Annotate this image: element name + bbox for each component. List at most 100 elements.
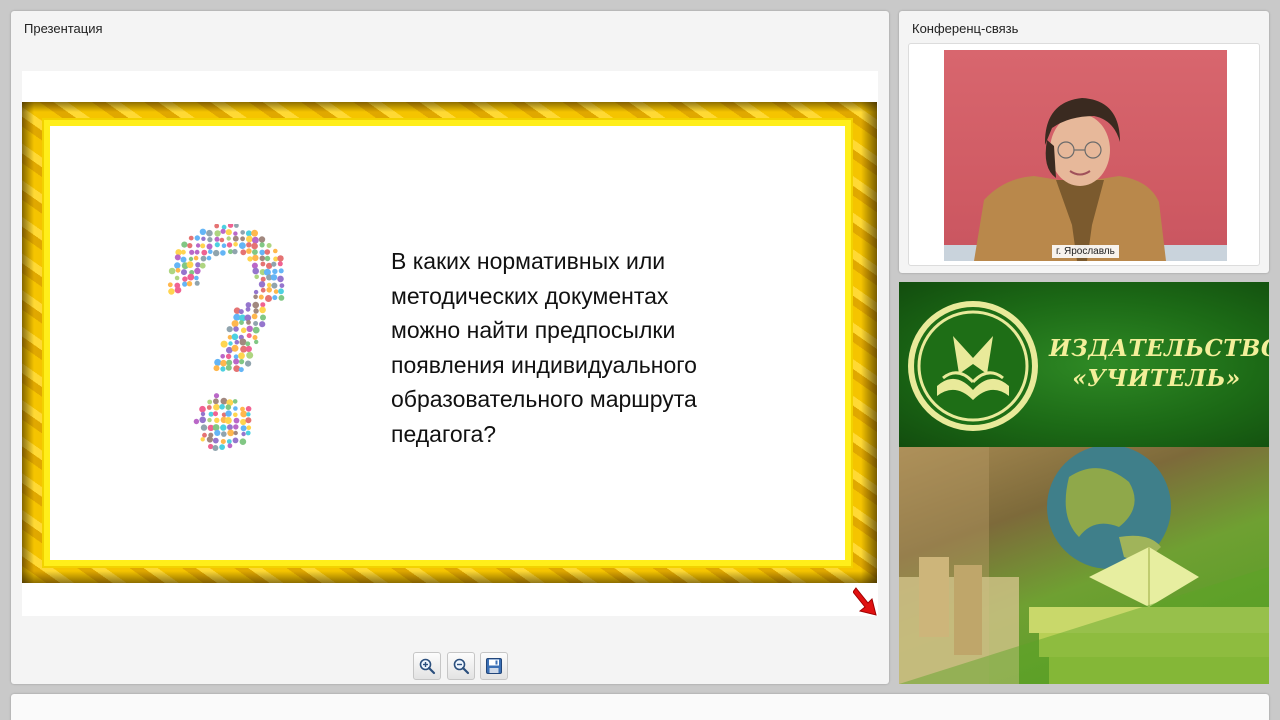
question-mark-dot xyxy=(225,353,232,360)
question-mark-dot xyxy=(246,425,252,430)
question-mark-dot xyxy=(251,229,258,237)
video-container: г. Ярославль xyxy=(908,43,1260,266)
slide-question-text: В каких нормативных или методических док… xyxy=(391,248,697,447)
question-mark-dot xyxy=(253,321,259,326)
question-mark-dot xyxy=(252,335,258,340)
question-mark-dot xyxy=(247,256,253,262)
question-mark-dot xyxy=(259,321,266,328)
question-mark-dot xyxy=(240,410,248,418)
save-button[interactable] xyxy=(480,652,508,680)
question-mark-dot xyxy=(220,359,227,367)
question-mark-dot xyxy=(212,445,219,451)
question-mark-dot xyxy=(219,404,225,410)
conference-panel: Конференц-связь г. Ярославль xyxy=(899,11,1269,273)
question-mark-dot xyxy=(253,289,259,295)
question-mark-dot xyxy=(246,412,251,417)
question-mark-dot xyxy=(254,339,259,345)
question-mark-dot xyxy=(199,416,206,424)
zoom-in-icon xyxy=(419,658,436,675)
publisher-name: ИЗДАТЕЛЬСТВО «УЧИТЕЛЬ» xyxy=(1049,334,1269,394)
question-mark-dot xyxy=(273,289,279,294)
question-mark-dot xyxy=(207,399,213,405)
question-mark-dot xyxy=(238,309,244,315)
question-mark-dot xyxy=(252,326,260,334)
question-mark-dot xyxy=(245,360,252,367)
question-mark-dot xyxy=(245,406,252,412)
question-mark-dot xyxy=(174,286,182,294)
bottom-panel xyxy=(11,694,1269,720)
speaker-image xyxy=(944,98,1227,261)
question-mark-dot xyxy=(233,406,238,411)
question-mark-dot xyxy=(234,224,239,228)
question-mark-dot xyxy=(194,249,200,255)
question-mark-dot xyxy=(181,241,188,248)
question-mark-dot xyxy=(195,262,201,268)
question-mark-dot xyxy=(187,243,193,249)
question-mark-dot xyxy=(271,282,278,289)
zoom-out-button[interactable] xyxy=(447,652,475,680)
question-mark-dot xyxy=(226,359,233,366)
question-mark-dot xyxy=(214,358,222,366)
question-mark-dot xyxy=(206,405,212,410)
question-mark-dot xyxy=(213,365,220,372)
question-mark-dot xyxy=(259,242,265,248)
question-mark-dot xyxy=(233,242,238,247)
zoom-out-icon xyxy=(453,658,470,675)
question-mark-dot xyxy=(233,417,240,424)
question-mark-dot xyxy=(278,295,285,301)
question-mark-dot xyxy=(225,229,232,236)
question-mark-dot xyxy=(239,359,245,365)
question-mark-dot xyxy=(251,313,258,320)
question-mark-dot xyxy=(193,255,199,261)
question-mark-dot xyxy=(240,418,247,426)
question-mark-dot xyxy=(252,249,258,255)
question-mark-dot xyxy=(246,320,251,325)
question-mark-dot xyxy=(225,364,232,371)
question-mark-dot xyxy=(259,249,265,256)
question-mark-dot xyxy=(188,235,194,241)
question-mark-dot xyxy=(240,327,247,334)
question-mark-dot xyxy=(233,358,240,365)
question-mark-dot xyxy=(260,276,266,282)
slide-content: В каких нормативных или методических док… xyxy=(44,120,851,566)
question-mark-dot xyxy=(213,403,220,411)
question-mark-dot xyxy=(241,431,246,437)
question-mark-dot xyxy=(182,276,188,282)
question-mark-dot xyxy=(213,398,219,405)
question-mark-dot xyxy=(245,230,252,237)
question-mark-dot xyxy=(251,262,258,269)
question-mark-dot xyxy=(227,429,235,437)
question-mark-dot xyxy=(194,275,199,281)
question-mark-dot xyxy=(232,235,239,242)
question-mark-dot xyxy=(234,339,240,345)
question-mark-dot xyxy=(200,255,207,262)
speaker-video[interactable]: г. Ярославль xyxy=(944,50,1227,261)
question-mark-dot xyxy=(214,417,220,423)
question-mark-dot xyxy=(220,250,226,256)
question-mark-dot xyxy=(186,281,193,287)
question-mark-dot xyxy=(231,333,239,341)
publisher-banner[interactable]: ИЗДАТЕЛЬСТВО «УЧИТЕЛЬ» xyxy=(899,282,1269,684)
question-mark-dot xyxy=(239,320,244,325)
books-globe-image xyxy=(899,445,1269,684)
publisher-logo-icon xyxy=(908,301,1038,431)
question-mark-dot xyxy=(232,248,238,255)
question-mark-dot xyxy=(226,242,233,248)
question-mark-dot xyxy=(200,243,206,249)
question-mark-dot xyxy=(227,335,233,340)
question-mark-image xyxy=(167,224,285,451)
slide-viewer[interactable]: В каких нормативных или методических док… xyxy=(22,71,878,616)
question-mark-dot xyxy=(227,424,233,431)
question-mark-dot xyxy=(214,429,221,436)
question-mark-dot xyxy=(214,230,221,237)
question-mark-dot xyxy=(220,424,227,431)
question-mark-dot xyxy=(265,295,272,302)
question-mark-dot xyxy=(226,326,233,333)
question-mark-dot xyxy=(219,237,225,243)
zoom-in-button[interactable] xyxy=(413,652,441,680)
question-mark-dot xyxy=(227,443,233,449)
question-mark-dot xyxy=(202,432,207,438)
publisher-banner-image xyxy=(899,445,1269,684)
question-mark-dot xyxy=(264,255,271,262)
question-mark-dot xyxy=(195,243,201,248)
